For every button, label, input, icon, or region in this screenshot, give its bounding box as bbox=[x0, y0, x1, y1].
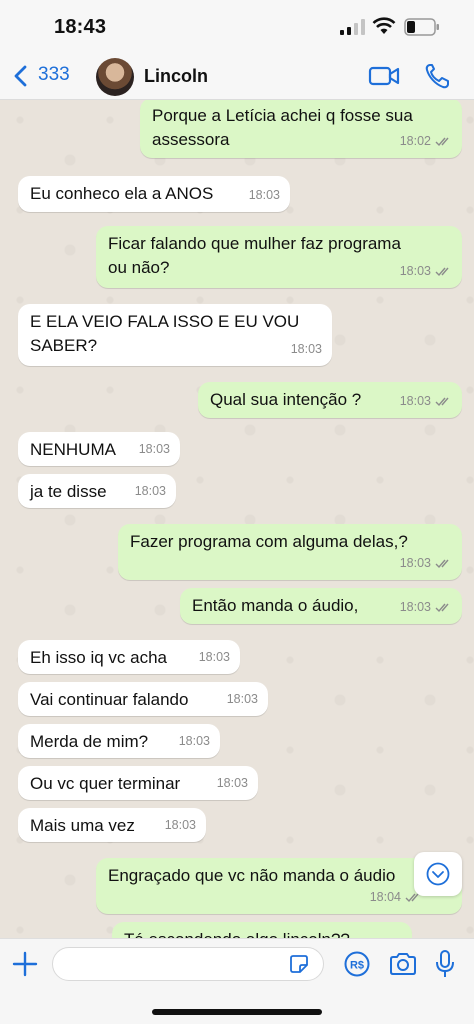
message-time: 18:03 bbox=[248, 188, 280, 202]
message-time: 18:03 bbox=[178, 734, 210, 748]
chat-area[interactable]: Porque a Letícia achei q fosse sua asses… bbox=[0, 100, 474, 938]
svg-text:R$: R$ bbox=[350, 960, 364, 972]
message-bubble[interactable]: Fazer programa com alguma delas,? 18:03 bbox=[118, 524, 462, 580]
message-bubble[interactable]: Tá escondendo algo lincoln?? bbox=[112, 922, 412, 938]
status-bar: 18:43 bbox=[0, 0, 474, 52]
sticker-icon[interactable] bbox=[288, 953, 310, 975]
home-indicator bbox=[152, 1009, 322, 1015]
message-bubble[interactable]: Então manda o áudio, 18:03 bbox=[180, 588, 462, 624]
double-check-icon bbox=[435, 603, 449, 612]
message-time: 18:03 bbox=[134, 484, 166, 498]
chat-header: 333 Lincoln bbox=[0, 52, 474, 100]
phone-icon[interactable] bbox=[424, 62, 450, 90]
signal-icon bbox=[340, 19, 365, 35]
message-text: Ou vc quer terminar bbox=[30, 774, 181, 793]
message-text: Ficar falando que mulher faz programa ou… bbox=[108, 234, 401, 277]
double-check-icon bbox=[435, 267, 449, 276]
mic-icon[interactable] bbox=[434, 949, 456, 979]
back-count[interactable]: 333 bbox=[38, 64, 70, 86]
message-time: 18:03 bbox=[399, 556, 431, 570]
message-text: Tá escondendo algo lincoln?? bbox=[124, 928, 400, 938]
message-bubble[interactable]: Eu conheco ela a ANOS 18:03 bbox=[18, 176, 290, 212]
message-time: 18:02 bbox=[399, 134, 431, 148]
back-icon[interactable] bbox=[12, 64, 30, 88]
message-bubble[interactable]: Engraçado que vc não manda o áudio 18:04 bbox=[96, 858, 462, 914]
battery-icon bbox=[404, 18, 439, 36]
message-time: 18:03 bbox=[198, 650, 230, 664]
message-bubble[interactable]: Vai continuar falando 18:03 bbox=[18, 682, 268, 716]
chevron-down-icon bbox=[426, 862, 450, 886]
message-bubble[interactable]: Mais uma vez 18:03 bbox=[18, 808, 206, 842]
message-bubble[interactable]: Ficar falando que mulher faz programa ou… bbox=[96, 226, 462, 288]
currency-icon[interactable]: R$ bbox=[344, 951, 370, 977]
contact-name[interactable]: Lincoln bbox=[144, 66, 208, 87]
message-time: 18:04 bbox=[369, 890, 401, 904]
message-time: 18:03 bbox=[399, 264, 431, 278]
message-bubble[interactable]: Qual sua intenção ? 18:03 bbox=[198, 382, 462, 418]
message-bubble[interactable]: Merda de mim? 18:03 bbox=[18, 724, 220, 758]
message-bubble[interactable]: Porque a Letícia achei q fosse sua asses… bbox=[140, 100, 462, 158]
message-time: 18:03 bbox=[399, 600, 431, 614]
message-input[interactable] bbox=[52, 947, 324, 981]
message-time: 18:03 bbox=[216, 776, 248, 790]
plus-icon[interactable] bbox=[12, 951, 38, 977]
wifi-icon bbox=[372, 17, 396, 34]
message-time: 18:03 bbox=[399, 394, 431, 408]
message-bubble[interactable]: E ELA VEIO FALA ISSO E EU VOU SABER? 18:… bbox=[18, 304, 332, 366]
message-bubble[interactable]: ja te disse 18:03 bbox=[18, 474, 176, 508]
composer: R$ bbox=[0, 938, 474, 1024]
avatar[interactable] bbox=[96, 58, 134, 96]
double-check-icon bbox=[435, 559, 449, 568]
camera-icon[interactable] bbox=[388, 951, 418, 977]
message-time: 18:03 bbox=[164, 818, 196, 832]
message-text: Eu conheco ela a ANOS bbox=[30, 184, 214, 203]
double-check-icon bbox=[435, 137, 449, 146]
video-icon[interactable] bbox=[368, 64, 400, 88]
message-bubble[interactable]: Ou vc quer terminar 18:03 bbox=[18, 766, 258, 800]
double-check-icon bbox=[435, 397, 449, 406]
message-time: 18:03 bbox=[138, 442, 170, 456]
message-time: 18:03 bbox=[226, 692, 258, 706]
message-text: Vai continuar falando bbox=[30, 690, 189, 709]
scroll-down-button[interactable] bbox=[414, 852, 462, 896]
message-time: 18:03 bbox=[290, 342, 322, 356]
message-bubble[interactable]: NENHUMA 18:03 bbox=[18, 432, 180, 466]
message-text: E ELA VEIO FALA ISSO E EU VOU SABER? bbox=[30, 312, 300, 355]
status-time: 18:43 bbox=[54, 16, 107, 38]
message-bubble[interactable]: Eh isso iq vc acha 18:03 bbox=[18, 640, 240, 674]
